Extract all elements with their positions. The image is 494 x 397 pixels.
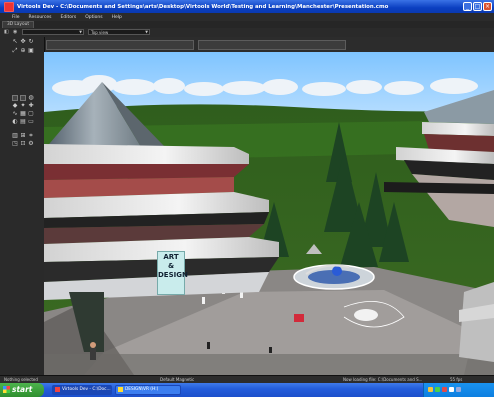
red-bench xyxy=(294,314,304,322)
3d-viewport[interactable]: ART & DESIGN xyxy=(44,52,494,375)
virtools-icon xyxy=(55,387,60,392)
tray-icon[interactable] xyxy=(449,387,454,392)
art-design-sign: ART & DESIGN xyxy=(157,251,188,295)
move-tool-icon[interactable]: ✥ xyxy=(20,39,26,45)
magnetic-status: Default Magnetic xyxy=(160,377,195,382)
view-dropdown-value: Top view xyxy=(91,30,109,35)
lock-icon[interactable]: ⊡ xyxy=(20,141,26,147)
taskbar: start Virtools Dev - C:\Doc... DESIGN\VR… xyxy=(0,383,494,397)
camera-dolly-icon[interactable] xyxy=(12,95,18,101)
create-texture-icon[interactable]: ▤ xyxy=(20,119,26,125)
create-camera-icon[interactable]: ◆ xyxy=(12,103,18,109)
menu-help[interactable]: Help xyxy=(112,15,122,20)
select-filter-icon[interactable]: ▥ xyxy=(12,133,18,139)
tab-strip: 3D Layout xyxy=(0,21,494,28)
taskbar-item-label: Virtools Dev - C:\Doc... xyxy=(62,387,111,392)
create-portal-icon[interactable]: ▢ xyxy=(28,111,34,117)
camera-icon[interactable]: ◧ xyxy=(4,29,9,35)
create-grid-icon[interactable]: ▦ xyxy=(20,111,26,117)
window-title: Virtools Dev - C:\Documents and Settings… xyxy=(17,3,389,10)
zoom-tool-icon[interactable]: ⊕ xyxy=(20,48,26,54)
app-icon xyxy=(4,1,14,12)
title-bar: Virtools Dev - C:\Documents and Settings… xyxy=(0,0,494,13)
select-tool-icon[interactable]: ↖ xyxy=(12,39,18,45)
menu-options[interactable]: Options xyxy=(85,15,102,20)
render-options-icon[interactable]: ◳ xyxy=(12,141,18,147)
tray-icon[interactable] xyxy=(435,387,440,392)
position-field[interactable] xyxy=(46,40,194,50)
snap-icon[interactable]: ⌗ xyxy=(28,133,34,139)
start-label: start xyxy=(12,385,33,394)
status-bar: Nothing selected Default Magnetic Now lo… xyxy=(0,375,494,383)
camera-orbit-icon[interactable]: ◍ xyxy=(28,95,34,101)
maximize-button[interactable]: □ xyxy=(473,2,482,11)
tab-3d-layout[interactable]: 3D Layout xyxy=(2,21,35,28)
windows-logo-icon xyxy=(3,386,10,393)
selection-status: Nothing selected xyxy=(4,377,38,382)
chevron-down-icon: ▼ xyxy=(79,30,82,34)
create-material-icon[interactable]: ◐ xyxy=(12,119,18,125)
avatar-figure xyxy=(90,342,96,360)
scene-render xyxy=(44,52,494,375)
camera-pan-icon[interactable] xyxy=(20,95,26,101)
tray-icon[interactable] xyxy=(428,387,433,392)
hierarchy-icon[interactable]: ⊞ xyxy=(20,133,26,139)
loading-status: Now loading file: C:\Documents and S... xyxy=(343,377,423,382)
eye-icon[interactable]: ◉ xyxy=(13,29,17,35)
menu-bar: File Resources Editors Options Help xyxy=(0,13,494,21)
create-3dframe-icon[interactable]: ✚ xyxy=(28,103,34,109)
taskbar-item-label: DESIGN\VR (H:) xyxy=(125,387,159,392)
rotate-tool-icon[interactable]: ↻ xyxy=(28,39,34,45)
menu-resources[interactable]: Resources xyxy=(29,15,52,20)
close-button[interactable]: × xyxy=(483,2,492,11)
left-tool-panel: ↖ ✥ ↻ ⤢ ⊕ ▣ ◍ ◆ ✦ ✚ ∿ ▦ ▢ ◐ ▤ ▭ ▥ ⊞ ⌗ ◳ … xyxy=(0,37,45,375)
window-controls: _ □ × xyxy=(463,2,492,11)
camera-dropdown[interactable]: ▼ xyxy=(22,29,84,35)
menu-file[interactable]: File xyxy=(12,15,20,20)
folder-icon xyxy=(118,387,123,392)
sign-line-art: ART xyxy=(163,253,179,261)
chevron-down-icon: ▼ xyxy=(145,30,148,34)
settings-icon[interactable]: ⚙ xyxy=(28,141,34,147)
properties-bar xyxy=(0,37,494,52)
create-curve-icon[interactable]: ∿ xyxy=(12,111,18,117)
minimize-button[interactable]: _ xyxy=(463,2,472,11)
tray-icon[interactable] xyxy=(442,387,447,392)
start-button[interactable]: start xyxy=(0,383,44,397)
create-light-icon[interactable]: ✦ xyxy=(20,103,26,109)
fps-status: 55 fps xyxy=(450,377,463,382)
view-dropdown[interactable]: Top view ▼ xyxy=(88,29,150,35)
system-tray xyxy=(423,383,494,397)
orientation-field[interactable] xyxy=(198,40,346,50)
taskbar-item-explorer[interactable]: DESIGN\VR (H:) xyxy=(115,385,181,395)
frame-tool-icon[interactable]: ▣ xyxy=(28,48,34,54)
tray-icon[interactable] xyxy=(456,387,461,392)
sign-line-design: DESIGN xyxy=(158,271,188,279)
create-2dframe-icon[interactable]: ▭ xyxy=(28,119,34,125)
menu-editors[interactable]: Editors xyxy=(61,15,77,20)
scale-tool-icon[interactable]: ⤢ xyxy=(12,48,18,54)
sign-line-ampersand: & xyxy=(167,262,175,270)
taskbar-item-virtools[interactable]: Virtools Dev - C:\Doc... xyxy=(52,385,112,395)
